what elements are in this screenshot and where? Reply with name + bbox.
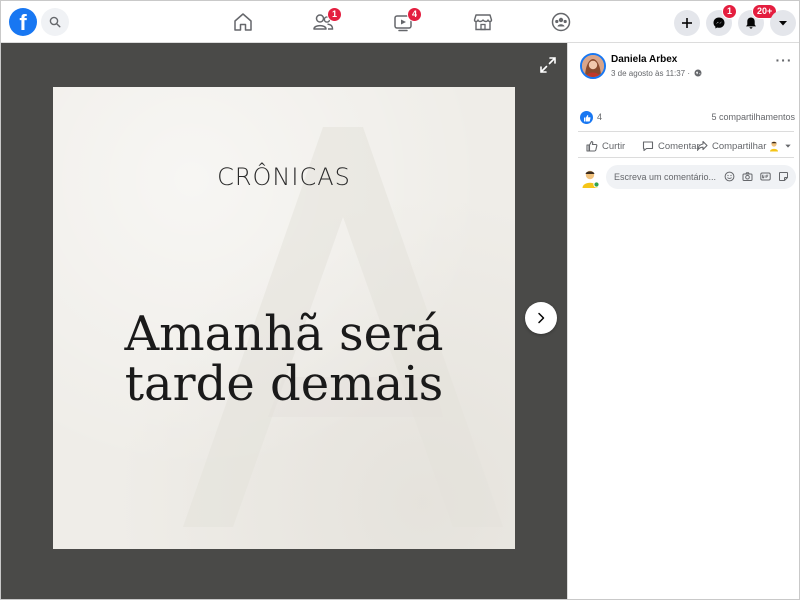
profile-picture-icon — [582, 55, 604, 77]
sticker-icon[interactable] — [778, 171, 789, 182]
audience-avatar-icon — [770, 141, 779, 152]
thumbs-up-icon — [586, 140, 598, 152]
comment-icon — [642, 141, 654, 152]
like-reaction-icon[interactable] — [580, 111, 593, 124]
avatar[interactable] — [580, 53, 606, 79]
emoji-icon[interactable] — [724, 171, 735, 182]
divider — [578, 131, 794, 132]
comment-placeholder: Escreva um comentário... — [614, 172, 717, 182]
facebook-logo-icon[interactable]: f — [9, 8, 37, 36]
tab-friends[interactable]: 1 — [293, 5, 353, 39]
account-menu-button[interactable] — [770, 10, 796, 36]
browser-frame: f 1 4 1 20+ CRÔNICAS Amanhã será tarde d… — [0, 0, 800, 600]
watch-badge: 4 — [407, 7, 423, 22]
next-photo-button[interactable] — [525, 302, 557, 334]
notifications-button[interactable]: 20+ — [738, 4, 778, 36]
photo-title: Amanhã será tarde demais — [53, 309, 515, 409]
share-count[interactable]: 5 compartilhamentos — [711, 112, 795, 122]
gif-icon[interactable] — [760, 171, 771, 182]
tab-groups[interactable] — [531, 5, 591, 39]
like-button[interactable]: Curtir — [586, 138, 625, 154]
caret-down-icon — [779, 21, 787, 26]
more-options-button[interactable]: ··· — [774, 53, 794, 73]
groups-icon — [551, 12, 571, 32]
top-navigation-bar: f 1 4 1 20+ — [1, 1, 799, 43]
messenger-icon — [713, 17, 725, 29]
comment-button-label: Comentar — [658, 140, 700, 152]
tab-home[interactable] — [213, 5, 273, 39]
messenger-badge: 1 — [722, 4, 738, 19]
share-button[interactable]: Compartilhar — [696, 138, 792, 154]
photo-title-line-2: tarde demais — [124, 356, 444, 412]
comment-input[interactable]: Escreva um comentário... — [606, 165, 796, 189]
home-icon — [234, 13, 252, 31]
messenger-button[interactable]: 1 — [706, 4, 738, 36]
tab-watch[interactable]: 4 — [373, 5, 433, 39]
expand-icon[interactable] — [538, 55, 558, 75]
plus-icon — [682, 18, 692, 28]
search-icon — [49, 16, 61, 28]
camera-icon[interactable] — [742, 171, 753, 182]
comment-button[interactable]: Comentar — [642, 138, 700, 154]
like-button-label: Curtir — [602, 140, 626, 152]
user-avatar-icon — [582, 170, 600, 188]
chevron-right-icon — [538, 312, 545, 324]
post-photo[interactable]: CRÔNICAS Amanhã será tarde demais — [53, 87, 515, 549]
post-details-panel: Daniela Arbex 3 de agosto às 11:37 · ···… — [567, 43, 799, 599]
thumbs-up-icon — [583, 114, 591, 121]
share-button-label: Compartilhar — [712, 140, 767, 152]
photo-viewer: CRÔNICAS Amanhã será tarde demais — [1, 43, 567, 599]
post-timestamp[interactable]: 3 de agosto às 11:37 · — [611, 69, 690, 78]
friends-badge: 1 — [327, 7, 343, 22]
globe-icon — [694, 69, 702, 77]
search-button[interactable] — [41, 8, 69, 36]
tab-marketplace[interactable] — [453, 5, 513, 39]
share-icon — [696, 140, 708, 151]
author-name[interactable]: Daniela Arbex — [611, 54, 677, 65]
divider — [578, 157, 794, 158]
like-count[interactable]: 4 — [597, 112, 602, 122]
caret-down-icon — [785, 144, 792, 148]
photo-kicker-text: CRÔNICAS — [217, 163, 351, 191]
photo-title-line-1: Amanhã será — [124, 306, 444, 362]
marketplace-icon — [473, 14, 493, 31]
create-button[interactable] — [674, 10, 700, 36]
